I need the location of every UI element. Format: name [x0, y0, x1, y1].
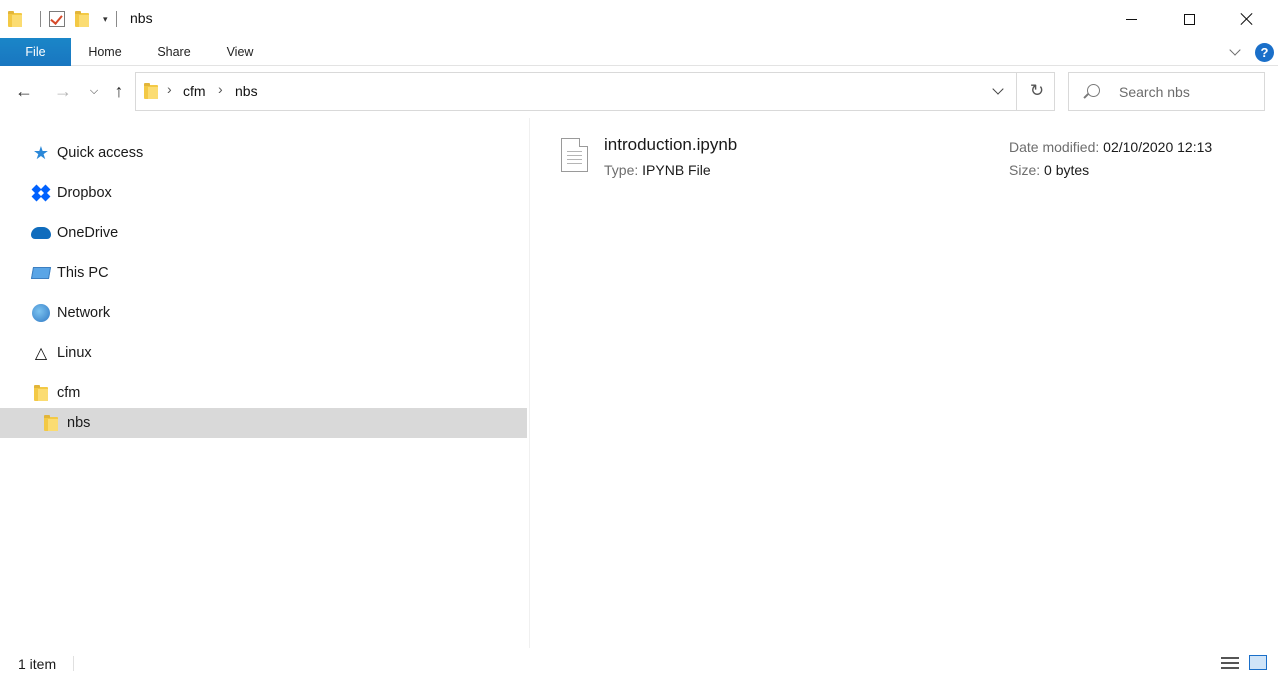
help-icon[interactable]: ?: [1255, 43, 1274, 62]
network-icon: [31, 303, 51, 323]
forward-arrow-icon[interactable]: →: [51, 79, 75, 103]
folder-icon: [31, 383, 51, 403]
sidebar-item-label: cfm: [57, 385, 81, 401]
toolbar-separator: [115, 11, 117, 27]
linux-icon: △: [34, 345, 48, 362]
tab-share[interactable]: Share: [139, 38, 209, 66]
details-view-icon[interactable]: [1221, 656, 1239, 670]
sidebar-item-this-pc[interactable]: This PC: [0, 258, 527, 288]
breadcrumb-cfm[interactable]: cfm: [183, 83, 206, 99]
customize-toolbar-dropdown-icon[interactable]: ▾: [103, 14, 108, 25]
date-modified-value: 02/10/2020 12:13: [1103, 139, 1213, 155]
close-icon: [1240, 12, 1254, 26]
status-bar: 1 item: [0, 648, 1278, 679]
sidebar-item-onedrive[interactable]: OneDrive: [0, 218, 527, 248]
date-modified-label: Date modified:: [1009, 139, 1100, 155]
sidebar-item-label: OneDrive: [57, 225, 119, 241]
toolbar-separator: [40, 11, 41, 27]
maximize-button[interactable]: [1160, 0, 1218, 38]
file-date-modified: Date modified: 02/10/2020 12:13: [1009, 139, 1212, 155]
back-arrow-icon[interactable]: ←: [12, 79, 36, 103]
file-list: introduction.ipynb Type: IPYNB File Date…: [531, 118, 1278, 648]
folder-icon: [144, 83, 158, 99]
minimize-icon: [1125, 18, 1137, 20]
window-title: nbs: [130, 10, 153, 26]
tab-view[interactable]: View: [209, 38, 271, 66]
sidebar-item-label: Network: [57, 305, 111, 321]
breadcrumb-nbs[interactable]: nbs: [235, 83, 258, 99]
breadcrumb-chevron-icon[interactable]: ›: [218, 81, 223, 97]
file-size: Size: 0 bytes: [1009, 162, 1089, 178]
onedrive-icon: [31, 223, 51, 243]
dropbox-icon: [31, 183, 51, 203]
properties-icon[interactable]: [49, 11, 65, 27]
size-label: Size:: [1009, 162, 1041, 178]
address-divider: [1016, 73, 1017, 110]
quick-access-toolbar: ▾: [8, 8, 125, 30]
ribbon-tabs: File Home Share View ?: [0, 38, 1278, 66]
close-button[interactable]: [1218, 0, 1276, 38]
refresh-icon[interactable]: ↻: [1027, 81, 1047, 101]
sidebar-item-label: Dropbox: [57, 185, 112, 201]
item-count: 1 item: [18, 656, 57, 672]
file-type-label: Type:: [604, 162, 639, 178]
tab-file[interactable]: File: [0, 38, 71, 66]
navigation-bar: ← → ⌵ ↑ › cfm › nbs ↻ Search nbs: [0, 66, 1278, 118]
file-type: Type: IPYNB File: [604, 162, 711, 178]
star-icon: ★: [32, 142, 50, 163]
status-divider: [73, 656, 74, 671]
minimize-button[interactable]: [1102, 0, 1160, 38]
size-value: 0 bytes: [1044, 162, 1090, 178]
file-name[interactable]: introduction.ipynb: [604, 135, 737, 155]
folder-icon: [8, 11, 22, 27]
title-bar: ▾ nbs: [0, 0, 1278, 38]
sidebar-item-label: This PC: [57, 265, 109, 281]
sidebar-item-linux[interactable]: △ Linux: [0, 338, 527, 368]
folder-icon: [41, 413, 61, 433]
address-history-chevron-icon[interactable]: [989, 82, 1009, 102]
tab-home[interactable]: Home: [71, 38, 139, 66]
sidebar-item-label: nbs: [67, 415, 91, 431]
expand-ribbon-chevron-icon[interactable]: [1228, 44, 1244, 60]
maximize-icon: [1183, 13, 1195, 25]
pc-icon: [30, 263, 52, 283]
large-icons-view-icon[interactable]: [1249, 655, 1267, 670]
navigation-pane: ★ Quick access Dropbox OneDrive This PC …: [0, 118, 530, 648]
sidebar-item-cfm[interactable]: cfm: [0, 378, 527, 408]
sidebar-item-label: Linux: [57, 345, 92, 361]
sidebar-item-dropbox[interactable]: Dropbox: [0, 178, 527, 208]
address-bar[interactable]: › cfm › nbs ↻: [135, 72, 1055, 111]
sidebar-item-quick-access[interactable]: ★ Quick access: [0, 138, 527, 168]
recent-locations-chevron-icon[interactable]: ⌵: [82, 79, 106, 103]
search-input[interactable]: Search nbs: [1068, 72, 1265, 111]
document-icon: [561, 138, 588, 172]
sidebar-item-network[interactable]: Network: [0, 298, 527, 328]
new-folder-icon[interactable]: [75, 11, 89, 27]
search-icon: [1087, 84, 1100, 97]
search-placeholder: Search nbs: [1119, 84, 1190, 100]
up-arrow-icon[interactable]: ↑: [107, 79, 131, 103]
sidebar-item-nbs[interactable]: nbs: [0, 408, 527, 438]
sidebar-item-label: Quick access: [57, 145, 144, 161]
breadcrumb-chevron-icon[interactable]: ›: [167, 81, 172, 97]
file-type-value: IPYNB File: [642, 162, 711, 178]
